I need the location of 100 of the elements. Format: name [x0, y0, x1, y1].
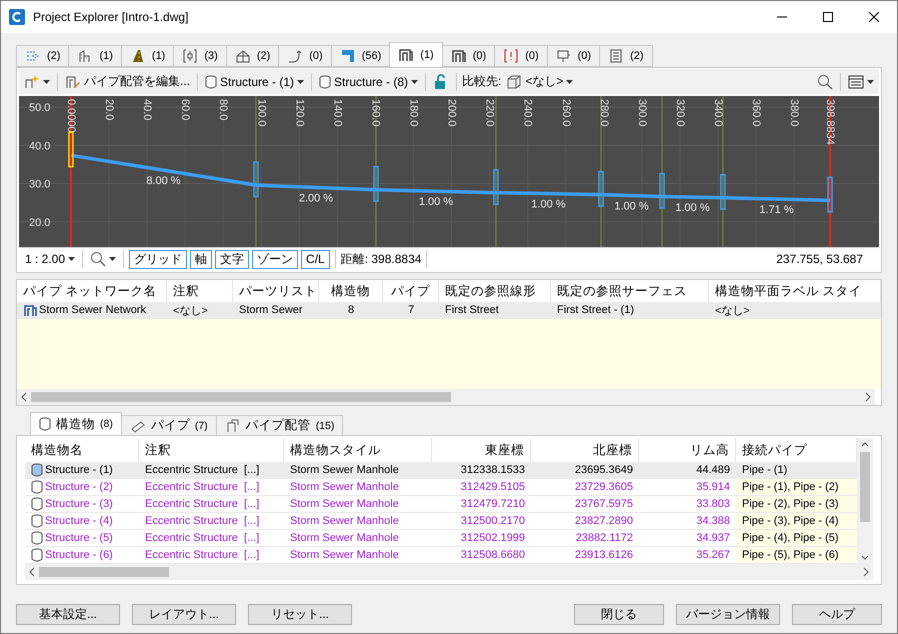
edit-pipe-run-button[interactable]: パイプ配管を編集...: [63, 70, 192, 92]
detail-tab[interactable]: 構造物 (8): [30, 412, 122, 435]
dialog-button[interactable]: レイアウト...: [132, 604, 236, 625]
table-cell[interactable]: 34.937: [639, 530, 736, 547]
table-cell[interactable]: <なし>: [709, 302, 881, 319]
table-cell[interactable]: First Street: [439, 302, 551, 319]
table-cell[interactable]: Storm Sewer Network: [17, 302, 167, 319]
view-toggle[interactable]: 文字: [215, 250, 250, 268]
table-cell[interactable]: 23827.2890: [531, 513, 639, 530]
horizontal-scrollbar[interactable]: [25, 564, 873, 580]
table-cell[interactable]: 7: [383, 302, 439, 319]
start-structure-dropdown[interactable]: Structure - (1): [203, 70, 306, 92]
dialog-button[interactable]: ヘルプ: [792, 604, 882, 625]
structure-marker: [68, 132, 74, 168]
coordinates-text: 237.755, 53.687: [776, 252, 863, 266]
category-tab[interactable]: (2): [226, 45, 280, 67]
horizontal-scrollbar[interactable]: [17, 389, 875, 405]
table-cell[interactable]: Structure - (5): [25, 530, 139, 547]
category-tab[interactable]: (0): [494, 45, 548, 67]
table-cell[interactable]: Pipe - (4), Pipe - (5): [736, 530, 857, 547]
table-cell[interactable]: 35.914: [639, 479, 736, 496]
dialog-button[interactable]: リセット...: [248, 604, 352, 625]
table-cell[interactable]: Pipe - (2), Pipe - (3): [736, 496, 857, 513]
slope-label: 1.00 %: [418, 196, 454, 208]
category-tab[interactable]: (1): [68, 45, 122, 67]
table-cell[interactable]: Eccentric Structure [...]: [139, 479, 284, 496]
manhole-icon: [31, 463, 43, 477]
table-cell[interactable]: Eccentric Structure [...]: [139, 547, 284, 564]
table-cell[interactable]: 312502.1999: [432, 530, 531, 547]
scale-dropdown[interactable]: 1 : 2.00: [23, 248, 78, 270]
table-cell[interactable]: 35.267: [639, 547, 736, 564]
caret-icon: [566, 80, 574, 84]
axis-label: 120.0: [293, 99, 306, 127]
category-tab[interactable]: (0): [546, 45, 600, 67]
table-cell[interactable]: Pipe - (1): [736, 462, 857, 479]
table-cell[interactable]: Eccentric Structure [...]: [139, 496, 284, 513]
table-cell[interactable]: 23729.3605: [531, 479, 639, 496]
detail-tab[interactable]: パイプ配管 (15): [216, 415, 344, 435]
axis-label: 240.0: [522, 99, 534, 127]
category-tab[interactable]: (0): [442, 45, 496, 67]
table-cell[interactable]: Pipe - (5), Pipe - (6): [736, 547, 857, 564]
view-toggle[interactable]: C/L: [301, 250, 330, 268]
dialog-button[interactable]: 基本設定...: [16, 604, 120, 625]
table-cell[interactable]: Storm Sewer Manhole: [284, 530, 432, 547]
table-cell[interactable]: 312338.1533: [432, 462, 531, 479]
view-toggle[interactable]: ゾーン: [252, 250, 298, 268]
axis-label: 160.0: [369, 99, 382, 127]
axis-label: 380.0: [788, 99, 800, 127]
table-cell[interactable]: 312429.5105: [432, 479, 531, 496]
category-tab[interactable]: (56): [330, 45, 390, 67]
table-cell[interactable]: 8: [319, 302, 383, 319]
structure-marker: [598, 170, 604, 207]
table-cell[interactable]: Structure - (4): [25, 513, 139, 530]
table-cell[interactable]: Structure - (1): [25, 462, 139, 479]
dialog-button[interactable]: バージョン情報: [676, 604, 780, 625]
table-cell[interactable]: Storm Sewer Manhole: [284, 496, 432, 513]
vertical-scrollbar[interactable]: [857, 438, 873, 564]
category-tab[interactable]: (1): [120, 45, 174, 67]
table-cell[interactable]: Eccentric Structure [...]: [139, 530, 284, 547]
axis-label: 20.0: [29, 216, 50, 229]
table-cell[interactable]: Storm Sewer Manhole: [284, 547, 432, 564]
table-cell[interactable]: 23695.3649: [531, 462, 639, 479]
caret-icon: [68, 257, 76, 261]
table-cell[interactable]: Storm Sewer: [233, 302, 319, 319]
category-tab[interactable]: (2): [599, 45, 653, 67]
table-cell[interactable]: Structure - (2): [25, 479, 139, 496]
table-cell[interactable]: 44.489: [639, 462, 736, 479]
end-structure-dropdown[interactable]: Structure - (8): [317, 70, 420, 92]
view-toggle[interactable]: 軸: [190, 250, 212, 268]
compare-dropdown[interactable]: <なし>: [504, 70, 576, 92]
category-tab[interactable]: (0): [278, 45, 332, 67]
category-tab[interactable]: (1): [389, 42, 443, 67]
table-cell[interactable]: First Street - (1): [551, 302, 709, 319]
dialog-button[interactable]: 閉じる: [574, 604, 664, 625]
cube-icon: [506, 74, 522, 90]
category-tab[interactable]: (2): [16, 45, 70, 67]
structure-marker: [659, 172, 665, 209]
axis-label: 50.0: [29, 102, 50, 114]
detail-tab[interactable]: パイプ (7): [120, 415, 217, 435]
table-cell[interactable]: 33.803: [639, 496, 736, 513]
table-cell[interactable]: Storm Sewer Manhole: [284, 513, 432, 530]
table-cell[interactable]: 23882.1172: [531, 530, 639, 547]
table-cell[interactable]: 312500.2170: [432, 513, 531, 530]
view-toggle[interactable]: グリッド: [129, 250, 188, 268]
table-cell[interactable]: Eccentric Structure [...]: [139, 513, 284, 530]
table-cell[interactable]: 23767.5975: [531, 496, 639, 513]
table-cell[interactable]: Storm Sewer Manhole: [284, 479, 432, 496]
category-tab[interactable]: (3): [173, 45, 227, 67]
bracket-icon: [503, 48, 520, 64]
table-cell[interactable]: <なし>: [167, 302, 233, 319]
table-cell[interactable]: Pipe - (3), Pipe - (4): [736, 513, 857, 530]
table-cell[interactable]: 34.388: [639, 513, 736, 530]
table-cell[interactable]: Eccentric Structure [...]: [139, 462, 284, 479]
table-cell[interactable]: Structure - (3): [25, 496, 139, 513]
table-cell[interactable]: 312479.7210: [432, 496, 531, 513]
table-cell[interactable]: Storm Sewer Manhole: [284, 462, 432, 479]
table-cell[interactable]: Structure - (6): [25, 547, 139, 564]
table-cell[interactable]: 312508.6680: [432, 547, 531, 564]
table-cell[interactable]: 23913.6126: [531, 547, 639, 564]
table-cell[interactable]: Pipe - (1), Pipe - (2): [736, 479, 857, 496]
